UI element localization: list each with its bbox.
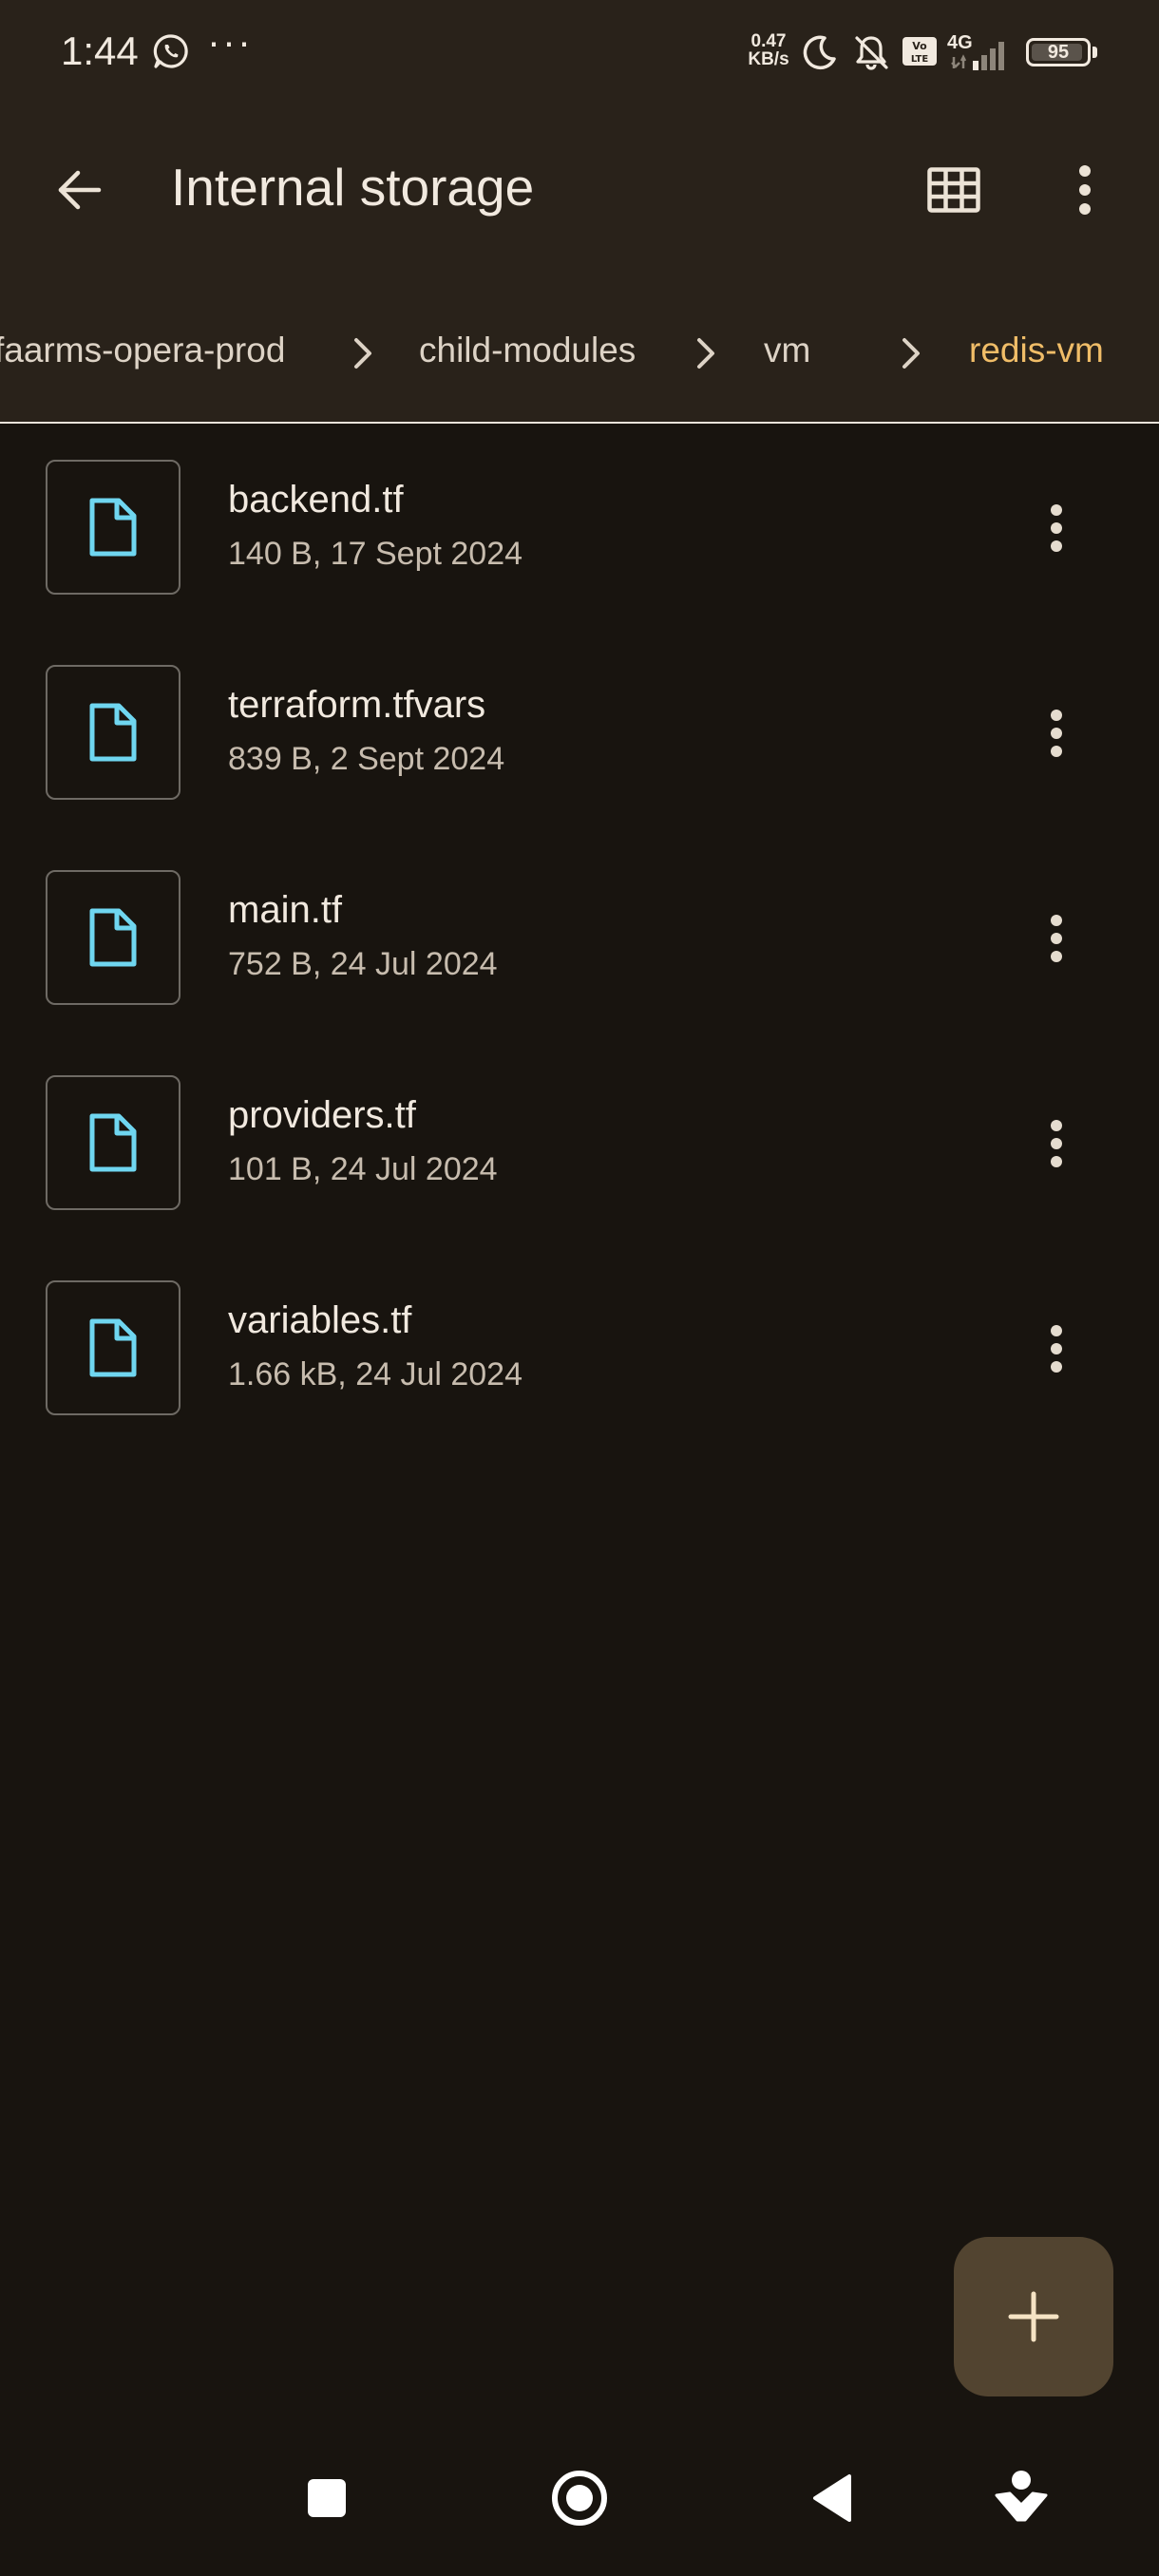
breadcrumb-item-child-modules[interactable]: child-modules <box>419 331 636 370</box>
file-more-button[interactable] <box>1016 488 1096 568</box>
home-circle-icon <box>552 2471 607 2526</box>
top-header: 1:44 ··· 0.47 KB/s Vo LTE 4G 95 Internal… <box>0 0 1159 424</box>
status-bar: 1:44 ··· 0.47 KB/s Vo LTE 4G 95 <box>0 0 1159 104</box>
file-more-button[interactable] <box>1016 899 1096 978</box>
file-meta: 140 B, 17 Sept 2024 <box>228 536 523 572</box>
network-speed: 0.47 KB/s <box>743 32 794 68</box>
document-icon <box>89 1318 137 1377</box>
chevron-right-icon <box>354 338 371 369</box>
file-thumbnail <box>46 665 180 800</box>
more-vert-icon <box>1051 504 1062 552</box>
network-speed-unit: KB/s <box>748 49 789 69</box>
file-name: backend.tf <box>228 479 404 521</box>
battery-icon: 95 <box>1026 38 1091 66</box>
grid-view-button[interactable] <box>914 150 994 230</box>
list-item[interactable]: providers.tf 101 B, 24 Jul 2024 <box>0 1039 1159 1244</box>
more-vert-icon <box>1051 915 1062 962</box>
system-back-button[interactable] <box>785 2451 880 2546</box>
file-thumbnail <box>46 1075 180 1210</box>
status-time: 1:44 <box>61 28 139 73</box>
moon-icon <box>800 32 840 77</box>
add-button[interactable] <box>954 2237 1113 2396</box>
volte-icon: Vo LTE <box>901 32 939 75</box>
more-vert-icon <box>1079 165 1091 215</box>
file-meta: 752 B, 24 Jul 2024 <box>228 946 498 982</box>
file-meta: 839 B, 2 Sept 2024 <box>228 741 505 777</box>
breadcrumb: faarms-opera-prod child-modules vm redis… <box>0 313 1159 389</box>
breadcrumb-item-vm[interactable]: vm <box>764 331 810 370</box>
list-item[interactable]: backend.tf 140 B, 17 Sept 2024 <box>0 424 1159 629</box>
file-name: terraform.tfvars <box>228 684 486 726</box>
battery-tip <box>1092 47 1097 58</box>
back-button[interactable] <box>40 150 120 230</box>
file-name: main.tf <box>228 889 343 931</box>
list-item[interactable]: terraform.tfvars 839 B, 2 Sept 2024 <box>0 629 1159 834</box>
file-more-button[interactable] <box>1016 1104 1096 1184</box>
whatsapp-icon <box>152 32 190 70</box>
recents-square-icon <box>308 2479 346 2517</box>
home-button[interactable] <box>532 2451 627 2546</box>
system-navigation-bar <box>0 2432 1159 2576</box>
bell-off-icon <box>851 32 891 77</box>
file-more-button[interactable] <box>1016 693 1096 773</box>
status-overflow-dots: ··· <box>207 19 253 64</box>
file-thumbnail <box>46 870 180 1005</box>
file-thumbnail <box>46 460 180 595</box>
breadcrumb-item-faarms-opera-prod[interactable]: faarms-opera-prod <box>0 331 285 370</box>
assistant-icon <box>995 2471 1048 2522</box>
file-name: variables.tf <box>228 1299 412 1341</box>
battery-level-text: 95 <box>1047 42 1070 63</box>
more-vert-icon <box>1051 1120 1062 1167</box>
signal-icon <box>950 36 1013 75</box>
document-icon <box>89 1113 137 1172</box>
plus-icon <box>1008 2291 1059 2342</box>
document-icon <box>89 908 137 967</box>
breadcrumb-item-redis-vm[interactable]: redis-vm <box>969 331 1104 370</box>
svg-text:LTE: LTE <box>911 54 929 65</box>
app-bar: Internal storage <box>0 133 1159 247</box>
document-icon <box>89 498 137 557</box>
chevron-right-icon <box>902 338 920 369</box>
page-title: Internal storage <box>171 158 535 217</box>
more-options-button[interactable] <box>1045 150 1125 230</box>
file-meta: 1.66 kB, 24 Jul 2024 <box>228 1356 523 1392</box>
grid-view-icon <box>927 167 980 213</box>
more-vert-icon <box>1051 1325 1062 1373</box>
more-vert-icon <box>1051 710 1062 757</box>
file-name: providers.tf <box>228 1094 416 1136</box>
file-more-button[interactable] <box>1016 1309 1096 1389</box>
recents-button[interactable] <box>279 2451 374 2546</box>
file-meta: 101 B, 24 Jul 2024 <box>228 1151 498 1187</box>
chevron-right-icon <box>697 338 714 369</box>
document-icon <box>89 703 137 762</box>
list-item[interactable]: variables.tf 1.66 kB, 24 Jul 2024 <box>0 1244 1159 1449</box>
assistant-button[interactable] <box>974 2451 1069 2546</box>
back-arrow-icon <box>58 170 102 210</box>
network-speed-value: 0.47 <box>750 31 787 51</box>
file-thumbnail <box>46 1280 180 1415</box>
svg-text:Vo: Vo <box>912 40 927 52</box>
list-item[interactable]: main.tf 752 B, 24 Jul 2024 <box>0 834 1159 1039</box>
back-triangle-icon <box>813 2474 851 2522</box>
